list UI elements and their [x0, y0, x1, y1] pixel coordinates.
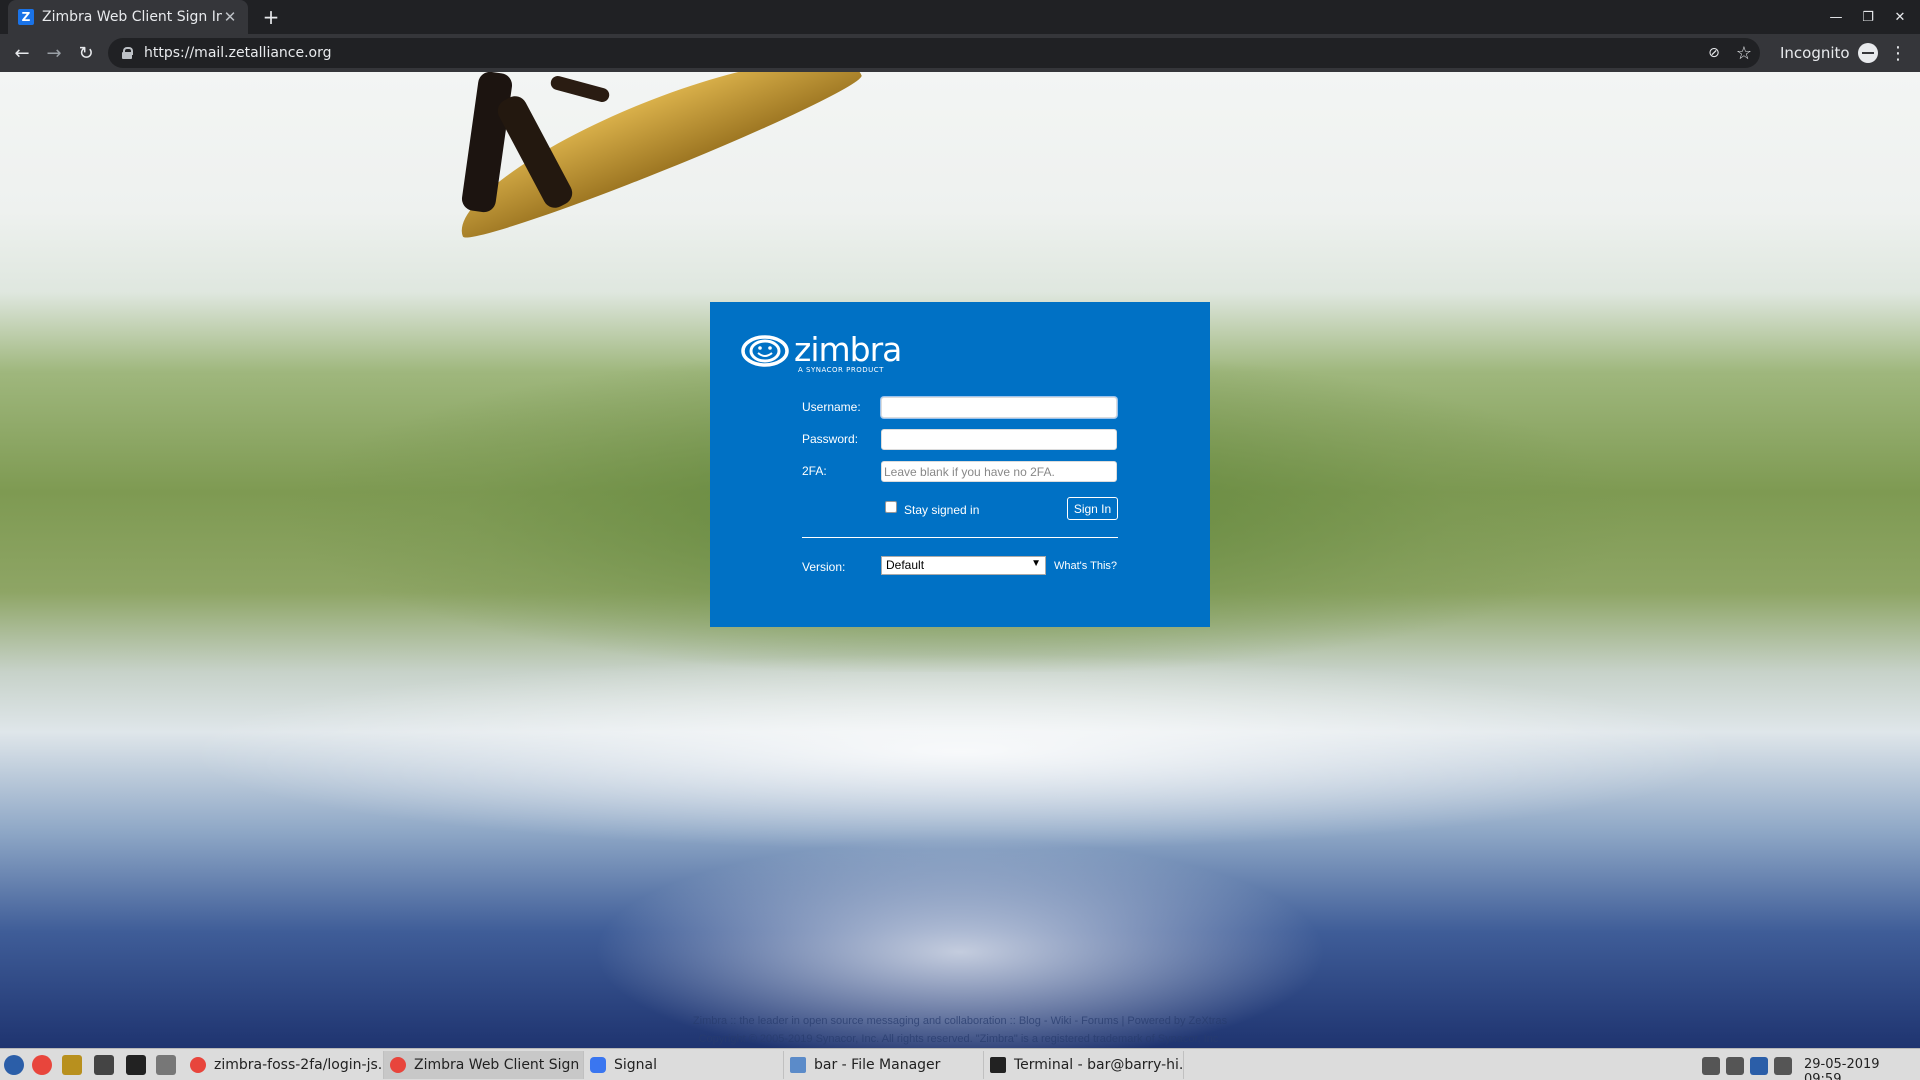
dropdown-arrow-icon: ▼ [1031, 558, 1041, 569]
incognito-indicator[interactable]: Incognito [1780, 38, 1878, 68]
twofa-input[interactable] [881, 461, 1117, 482]
calculator-launcher-icon[interactable] [94, 1055, 114, 1075]
tab-title: Zimbra Web Client Sign In [42, 9, 222, 25]
taskbar-item-signal[interactable]: Signal [584, 1051, 784, 1079]
page-background: zimbra A SYNACOR PRODUCT Username: Passw… [0, 72, 1920, 1048]
minimize-icon[interactable]: — [1824, 6, 1848, 28]
lock-icon [122, 47, 133, 59]
terminal-launcher-icon[interactable] [126, 1055, 146, 1075]
tracking-blocked-icon[interactable]: ⊘ [1700, 39, 1728, 67]
zimbra-favicon-icon: Z [18, 9, 34, 25]
whats-this-link[interactable]: What's This? [1054, 560, 1117, 572]
arrow-right-icon: → [46, 42, 62, 64]
username-input[interactable] [881, 397, 1117, 418]
arrow-left-icon: ← [14, 42, 30, 64]
taskbar: zimbra-foss-2fa/login-js... Zimbra Web C… [0, 1048, 1920, 1080]
files-launcher-icon[interactable] [62, 1055, 82, 1075]
chrome-icon [190, 1057, 206, 1073]
window-launcher-icon[interactable] [156, 1055, 176, 1075]
logo-word: zimbra [794, 330, 902, 369]
form-divider [802, 537, 1118, 538]
surfer-image [450, 72, 611, 222]
zimbra-logo: zimbra A SYNACOR PRODUCT [740, 332, 910, 374]
bluetooth-icon[interactable] [1750, 1057, 1768, 1075]
volume-icon[interactable] [1774, 1057, 1792, 1075]
spray-image-area [0, 632, 1920, 932]
username-label: Username: [802, 400, 861, 414]
zimbra-logo-icon [741, 335, 789, 367]
taskbar-item-chrome-1[interactable]: zimbra-foss-2fa/login-js... [184, 1051, 384, 1079]
taskbar-item-chrome-2[interactable]: Zimbra Web Client Sign ... [384, 1051, 584, 1079]
start-menu-icon[interactable] [4, 1055, 24, 1075]
taskbar-item-terminal[interactable]: Terminal - bar@barry-hi... [984, 1051, 1184, 1079]
password-label: Password: [802, 432, 859, 446]
task-label: zimbra-foss-2fa/login-js... [214, 1057, 384, 1073]
footer-line-2: Copyright © 2005-2019 Synacor, Inc. All … [698, 1033, 1222, 1045]
logo-subtitle: A SYNACOR PRODUCT [798, 366, 884, 374]
login-panel: zimbra A SYNACOR PRODUCT Username: Passw… [710, 302, 1210, 627]
url-text: https://mail.zetalliance.org [144, 45, 332, 61]
forward-button[interactable]: → [40, 39, 68, 67]
clock[interactable]: 29-05-2019 09:59 [1804, 1057, 1920, 1080]
task-label: Terminal - bar@barry-hi... [1014, 1057, 1184, 1073]
browser-tab[interactable]: Z Zimbra Web Client Sign In ✕ [8, 0, 248, 34]
page-footer: Zimbra :: the leader in open source mess… [0, 1012, 1920, 1048]
back-button[interactable]: ← [8, 39, 36, 67]
reload-button[interactable]: ↻ [72, 39, 100, 67]
tab-strip: Z Zimbra Web Client Sign In ✕ + — ❐ ✕ [0, 0, 1920, 34]
reload-icon: ↻ [78, 42, 94, 64]
close-tab-icon[interactable]: ✕ [222, 8, 238, 26]
incognito-label: Incognito [1780, 44, 1850, 62]
task-label: Signal [614, 1057, 658, 1073]
version-label: Version: [802, 560, 846, 574]
password-input[interactable] [881, 429, 1117, 450]
taskbar-item-file-manager[interactable]: bar - File Manager [784, 1051, 984, 1079]
bookmark-star-icon[interactable]: ☆ [1730, 39, 1758, 67]
folder-icon [790, 1057, 806, 1073]
version-value: Default [886, 558, 925, 572]
new-tab-button[interactable]: + [258, 4, 284, 30]
restore-icon[interactable]: ❐ [1856, 6, 1880, 28]
footer-line-1: Zimbra :: the leader in open source mess… [692, 1015, 1228, 1027]
display-tray-icon[interactable] [1726, 1057, 1744, 1075]
address-bar[interactable]: https://mail.zetalliance.org [108, 38, 1760, 68]
chrome-icon [390, 1057, 406, 1073]
network-tray-icon[interactable] [1702, 1057, 1720, 1075]
task-label: Zimbra Web Client Sign ... [414, 1057, 584, 1073]
signal-icon [590, 1057, 606, 1073]
incognito-icon [1857, 43, 1878, 63]
terminal-icon [990, 1057, 1006, 1073]
chrome-launcher-icon[interactable] [32, 1055, 52, 1075]
stay-signed-in-checkbox[interactable] [885, 501, 897, 513]
browser-toolbar: ← → ↻ https://mail.zetalliance.org ⊘ ☆ I… [0, 34, 1920, 72]
twofa-label: 2FA: [802, 464, 827, 478]
task-label: bar - File Manager [814, 1057, 941, 1073]
version-select[interactable]: Default ▼ [881, 556, 1046, 575]
close-window-icon[interactable]: ✕ [1888, 6, 1912, 28]
kebab-menu-icon: ⋮ [1889, 42, 1907, 64]
browser-menu-button[interactable]: ⋮ [1884, 39, 1912, 67]
sign-in-button[interactable]: Sign In [1067, 497, 1118, 520]
stay-signed-in-label: Stay signed in [904, 503, 980, 517]
